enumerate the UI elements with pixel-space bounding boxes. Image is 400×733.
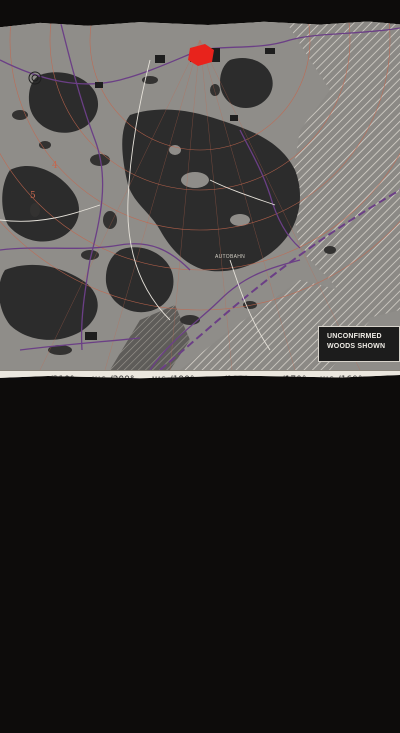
bearing-value: /180° xyxy=(223,375,249,385)
bearing-value: /190° xyxy=(169,375,195,385)
bearing-label-210: MAG. /210° xyxy=(32,374,75,385)
bearing-strip: MAG. /210° MAG. /200° MAG. /190° MAG. /1… xyxy=(0,370,400,385)
bearing-label-200: MAG. /200° xyxy=(92,374,135,385)
legend-box: UNCONFIRMED WOODS SHOWN xyxy=(318,326,400,362)
legend-line-unconfirmed: UNCONFIRMED xyxy=(327,333,382,340)
bearing-prefix: MAG. xyxy=(92,376,108,383)
scanned-map-background: 4 5 AUTOBAHN UNCONFIRMED WOODS SHOWN MAG… xyxy=(0,0,400,400)
bearing-prefix: MAG. xyxy=(32,376,48,383)
legend-line-woods-shown: WOODS SHOWN xyxy=(327,343,386,350)
bearing-prefix: MAG. xyxy=(320,376,336,383)
bearing-label-160: MAG. /160° xyxy=(320,374,363,385)
bearing-value: /160° xyxy=(337,375,363,385)
autobahn-label: AUTOBAHN xyxy=(215,254,245,260)
bearing-label-170: MAG. /170° xyxy=(264,374,307,385)
bearing-prefix: MAG. xyxy=(152,376,168,383)
bearing-value: /170° xyxy=(281,375,307,385)
sheet-reference-box xyxy=(370,725,394,733)
target-map: 4 5 AUTOBAHN xyxy=(0,21,400,370)
bearing-prefix: MAG. xyxy=(206,376,222,383)
map-sheet: 4 5 AUTOBAHN UNCONFIRMED WOODS SHOWN MAG… xyxy=(0,21,400,379)
bearing-label-190: MAG. /190° xyxy=(152,374,195,385)
range-ring-label-4: 4 xyxy=(52,161,58,171)
bearing-label-180: MAG. /180° xyxy=(206,374,249,385)
bearing-value: /210° xyxy=(49,375,75,385)
bearing-prefix: MAG. xyxy=(264,376,280,383)
range-ring-label-5: 5 xyxy=(30,191,36,201)
bearing-value: /200° xyxy=(109,375,135,385)
